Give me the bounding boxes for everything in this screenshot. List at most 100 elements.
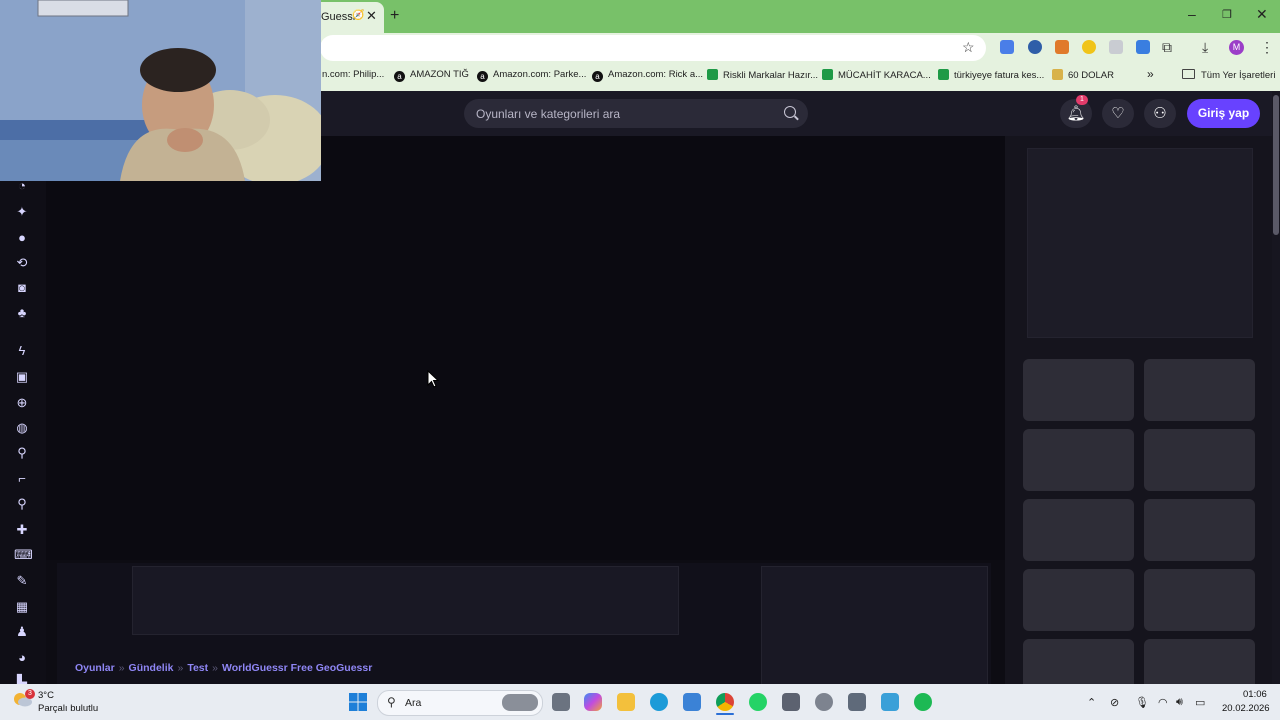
character-icon[interactable]: ♟	[14, 624, 30, 640]
scrollbar-thumb[interactable]	[1273, 95, 1279, 235]
gun-icon[interactable]: ⌐	[14, 471, 30, 487]
network-off-icon[interactable]: ⊘	[1110, 696, 1119, 709]
calculator-icon[interactable]	[848, 693, 866, 711]
fire-icon[interactable]: ●	[14, 230, 30, 246]
battery-icon[interactable]: ▭	[1195, 696, 1205, 709]
weather-description[interactable]: Parçalı bulutlu	[38, 703, 98, 714]
mouse-cursor-icon	[427, 370, 439, 388]
gamepad-icon[interactable]: ⌨	[14, 547, 33, 563]
more-bookmarks-button[interactable]: »	[1147, 67, 1154, 81]
ring-icon[interactable]: ⚲	[14, 445, 30, 461]
bookmark-item[interactable]: Riskli Markalar Hazır...	[707, 69, 818, 81]
clock-time[interactable]: 01:06	[1243, 689, 1267, 700]
favorites-button[interactable]: ♡	[1102, 99, 1134, 128]
breadcrumb-separator: »	[177, 662, 184, 674]
grid-icon[interactable]: ▦	[14, 599, 30, 615]
chrome-icon[interactable]	[716, 693, 734, 711]
ad-placeholder	[761, 566, 988, 686]
friends-button[interactable]: ⚇	[1144, 99, 1176, 128]
taskbar-search[interactable]: ⚲ Ara	[377, 690, 543, 716]
whatsapp-icon[interactable]	[749, 693, 767, 711]
snipping-tool-icon[interactable]	[782, 693, 800, 711]
extension-icon[interactable]	[1028, 40, 1042, 54]
copilot-icon[interactable]	[584, 693, 602, 711]
pacman-icon[interactable]: ◕	[14, 650, 30, 666]
game-tile-placeholder[interactable]	[1023, 429, 1134, 491]
extension-icon[interactable]	[1136, 40, 1150, 54]
breadcrumb-separator: »	[118, 662, 125, 674]
breadcrumb-link[interactable]: Test	[187, 662, 208, 674]
sparkle-icon[interactable]: ✦	[14, 204, 30, 220]
recorder-icon[interactable]	[815, 693, 833, 711]
game-tile-placeholder[interactable]	[1023, 359, 1134, 421]
all-bookmarks-folder[interactable]: Tüm Yer İşaretleri	[1182, 69, 1275, 81]
game-tile-placeholder[interactable]	[1023, 569, 1134, 631]
profile-avatar[interactable]: M	[1229, 40, 1244, 55]
game-tile-placeholder[interactable]	[1023, 499, 1134, 561]
search-input[interactable]: Oyunları ve kategorileri ara	[476, 107, 620, 121]
puzzle-icon[interactable]: ✚	[14, 522, 30, 538]
bookmark-item[interactable]: MÜCAHİT KARACA...	[822, 69, 931, 81]
stickman-icon[interactable]: ⚲	[14, 496, 30, 512]
game-tile-placeholder[interactable]	[1144, 569, 1255, 631]
windows-start-icon[interactable]	[349, 693, 367, 711]
webcam-feed-image	[0, 0, 321, 181]
spotify-icon[interactable]	[914, 693, 932, 711]
new-tab-button[interactable]: +	[390, 7, 399, 25]
game-player-area[interactable]	[46, 136, 1005, 560]
game-tile-placeholder[interactable]	[1144, 639, 1255, 684]
weather-temperature[interactable]: 3°C	[38, 690, 54, 701]
lightning-icon[interactable]: ϟ	[14, 343, 30, 359]
notifications-button[interactable]: 🔔︎	[1060, 99, 1092, 128]
breadcrumb-link[interactable]: Gündelik	[129, 662, 174, 674]
volume-icon[interactable]: 🔊︎	[1176, 696, 1183, 709]
bookmark-item[interactable]: a Amazon.com: Rick a...	[592, 69, 703, 82]
window-close-button[interactable]: ✕	[1256, 6, 1268, 23]
extension-icon[interactable]	[1082, 40, 1096, 54]
shield-extension-icon[interactable]	[1109, 40, 1123, 54]
clock-date[interactable]: 20.02.2026	[1222, 703, 1270, 714]
users-icon[interactable]: ♣	[14, 305, 30, 321]
store-icon[interactable]	[683, 693, 701, 711]
car-icon[interactable]: ▣	[14, 369, 30, 385]
bookmark-item[interactable]: a Amazon.com: Parke...	[477, 69, 586, 82]
bookmark-item[interactable]: n.com: Philip...	[322, 69, 384, 80]
tab-close-icon[interactable]: ✕	[366, 8, 377, 24]
minimize-button[interactable]: –	[1188, 6, 1196, 22]
translate-extension-icon[interactable]	[1000, 40, 1014, 54]
breadcrumb-current[interactable]: WorldGuessr Free GeoGuessr	[222, 662, 372, 674]
game-search-box[interactable]: Oyunları ve kategorileri ara	[464, 99, 808, 128]
maximize-button[interactable]: ❐	[1222, 8, 1232, 21]
game-tile-placeholder[interactable]	[1144, 359, 1255, 421]
notepad-icon[interactable]	[881, 693, 899, 711]
game-tile-placeholder[interactable]	[1023, 639, 1134, 684]
game-tile-placeholder[interactable]	[1144, 429, 1255, 491]
address-bar[interactable]	[320, 35, 986, 61]
twitch-icon[interactable]: ◙	[14, 280, 30, 296]
chevron-up-icon[interactable]: ⌃	[1087, 696, 1096, 709]
bookmark-item[interactable]: türkiyeye fatura kes...	[938, 69, 1044, 81]
crosshair-icon[interactable]: ⊕	[14, 395, 30, 411]
extension-icon[interactable]	[1055, 40, 1069, 54]
login-button[interactable]: Giriş yap	[1187, 99, 1260, 128]
task-view-icon[interactable]	[552, 693, 570, 711]
basketball-icon[interactable]: ◍	[14, 420, 30, 436]
refresh-icon[interactable]: ⟲	[14, 255, 30, 271]
search-icon: ⚲	[387, 695, 396, 709]
search-icon[interactable]	[784, 106, 796, 118]
wifi-icon[interactable]: ◠	[1158, 696, 1168, 709]
game-tile-placeholder[interactable]	[1144, 499, 1255, 561]
bookmark-star-icon[interactable]: ☆	[962, 39, 975, 56]
file-explorer-icon[interactable]	[617, 693, 635, 711]
edge-icon[interactable]	[650, 693, 668, 711]
microphone-icon[interactable]: 🎙︎	[1135, 696, 1149, 709]
download-icon[interactable]: ⤓	[1202, 39, 1208, 56]
breadcrumb-link[interactable]: Oyunlar	[75, 662, 115, 674]
bookmark-item[interactable]: a AMAZON TIĞ	[394, 69, 469, 82]
bookmark-label: Amazon.com: Rick a...	[608, 69, 704, 80]
menu-kebab-icon[interactable]: ⋮	[1260, 39, 1274, 56]
pencil-icon[interactable]: ✎	[14, 573, 30, 589]
extensions-puzzle-icon[interactable]: ⧉	[1162, 39, 1172, 56]
amazon-icon: a	[477, 71, 488, 82]
bookmark-item[interactable]: 60 DOLAR	[1052, 69, 1114, 81]
